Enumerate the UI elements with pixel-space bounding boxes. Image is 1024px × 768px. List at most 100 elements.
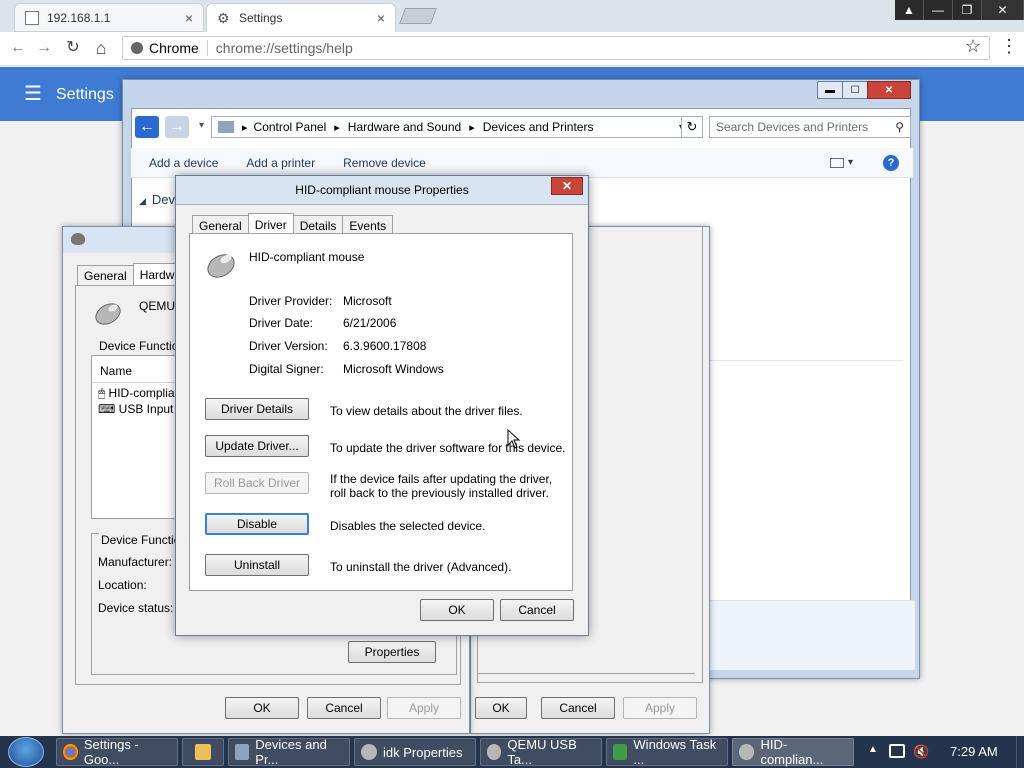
driver-panel: HID-compliant mouse Driver Provider: Mic…	[189, 233, 573, 591]
tab-title: 192.168.1.1	[47, 10, 111, 25]
tab-close-icon[interactable]: ×	[377, 10, 385, 26]
taskbar: Settings - Goo... Devices and Pr... idk …	[0, 736, 1024, 768]
device-name: HID-compliant mouse	[249, 250, 365, 264]
forward-icon[interactable]: →	[165, 116, 189, 138]
forward-icon[interactable]: →	[34, 38, 54, 58]
apply-button[interactable]: Apply	[623, 697, 697, 719]
driver-details-button[interactable]: Driver Details	[205, 398, 309, 420]
bookmark-star-icon[interactable]: ☆	[965, 36, 981, 57]
add-printer-button[interactable]: Add a printer	[246, 156, 315, 170]
hamburger-icon[interactable]: ☰	[24, 81, 42, 106]
back-icon[interactable]: ←	[135, 116, 159, 138]
recent-pages-icon[interactable]: ▾	[199, 120, 204, 131]
reload-icon[interactable]: ↻	[63, 38, 83, 58]
device-status-label: Device status:	[98, 601, 174, 615]
taskbar-item-explorer[interactable]	[182, 738, 224, 766]
mouse-icon: 🖱	[98, 386, 106, 400]
hid-properties-dialog: HID-compliant mouse Properties ✕ General…	[175, 175, 589, 636]
tab-driver[interactable]: Driver	[247, 213, 294, 235]
task-manager-icon	[613, 744, 628, 760]
taskbar-item-idk[interactable]: idk Properties	[354, 738, 476, 766]
action-description: Disables the selected device.	[330, 519, 486, 533]
url-text: chrome://settings/help	[215, 40, 353, 56]
show-desktop-button[interactable]	[1016, 736, 1024, 768]
maximize-button[interactable]: ❐	[953, 0, 982, 20]
taskbar-item-hid[interactable]: HID-complian...	[732, 737, 854, 767]
mouse-cursor-icon	[507, 429, 521, 449]
breadcrumb[interactable]: ▸ Control Panel ▸ Hardware and Sound ▸ D…	[211, 116, 691, 138]
tab-general[interactable]: General	[192, 215, 249, 235]
cancel-button[interactable]: Cancel	[541, 697, 615, 719]
control-panel-icon	[218, 121, 234, 133]
search-icon: ⚲	[895, 120, 904, 134]
tab-events[interactable]: Events	[342, 215, 394, 235]
search-input[interactable]: Search Devices and Printers ⚲	[709, 116, 911, 138]
minimize-button[interactable]: ▬	[817, 81, 843, 99]
back-icon[interactable]: ←	[8, 38, 28, 58]
help-icon[interactable]: ?	[883, 154, 899, 171]
update-driver-button[interactable]: Update Driver...	[205, 435, 309, 457]
info-value: 6.3.9600.17808	[343, 339, 427, 353]
taskbar-item-task-manager[interactable]: Windows Task ...	[606, 737, 728, 767]
folder-icon	[195, 744, 211, 760]
tab-general[interactable]: General	[77, 265, 134, 285]
menu-icon[interactable]: ⋮	[1000, 36, 1018, 57]
taskbar-item-chrome[interactable]: Settings - Goo...	[56, 737, 178, 767]
taskbar-item-qemu[interactable]: QEMU USB Ta...	[480, 737, 602, 767]
breadcrumb-item[interactable]: Hardware and Sound	[348, 120, 461, 134]
maximize-button[interactable]: ☐	[842, 81, 868, 99]
close-button[interactable]: ✕	[867, 81, 911, 99]
taskbar-item-devices[interactable]: Devices and Pr...	[228, 737, 350, 767]
mouse-icon	[739, 744, 755, 760]
ok-button[interactable]: OK	[420, 599, 494, 621]
mouse-icon	[71, 233, 85, 245]
collapse-icon[interactable]: ◢	[139, 196, 146, 206]
devices-icon	[235, 744, 250, 760]
home-icon[interactable]: ⌂	[91, 38, 111, 58]
breadcrumb-item[interactable]: Control Panel	[254, 120, 327, 134]
view-icon[interactable]	[829, 157, 844, 168]
list-item[interactable]: 🖱 HID-complian	[98, 386, 181, 401]
apply-button[interactable]: Apply	[387, 697, 461, 719]
tab-settings[interactable]: ⚙ Settings ×	[206, 3, 396, 32]
uninstall-button[interactable]: Uninstall	[205, 554, 309, 576]
show-hidden-icons-icon[interactable]: ▲	[868, 744, 878, 755]
chrome-icon	[131, 42, 143, 54]
breadcrumb-item[interactable]: Devices and Printers	[483, 120, 594, 134]
clock[interactable]: 7:29 AM	[950, 744, 998, 759]
new-tab-button[interactable]	[399, 8, 437, 24]
close-button[interactable]: ✕	[551, 177, 583, 195]
mouse-icon	[487, 744, 502, 760]
properties-button[interactable]: Properties	[348, 641, 436, 663]
device-list[interactable]: Name 🖱 HID-complian ⌨ USB Input De	[91, 355, 192, 519]
ok-button[interactable]: OK	[225, 697, 299, 719]
volume-muted-icon[interactable]: 🔇	[913, 744, 929, 759]
tab-details[interactable]: Details	[292, 215, 344, 235]
minimize-button[interactable]: —	[924, 0, 953, 20]
tab-router[interactable]: 192.168.1.1 ×	[14, 3, 204, 32]
profile-icon[interactable]: ▲	[895, 0, 924, 20]
window-controls: ▲ — ❐ ✕	[895, 0, 1024, 22]
add-device-button[interactable]: Add a device	[149, 156, 218, 170]
mouse-icon	[361, 744, 377, 760]
manufacturer-label: Manufacturer:	[98, 555, 173, 569]
cancel-button[interactable]: Cancel	[307, 697, 381, 719]
network-icon[interactable]	[889, 744, 905, 758]
command-bar: Add a device Add a printer Remove device…	[131, 148, 913, 178]
chevron-down-icon[interactable]: ▾	[848, 157, 853, 168]
close-button[interactable]: ✕	[982, 0, 1024, 20]
tab-close-icon[interactable]: ×	[185, 10, 193, 26]
chrome-icon	[63, 744, 78, 760]
roll-back-driver-button[interactable]: Roll Back Driver	[205, 472, 309, 494]
disable-button[interactable]: Disable	[205, 513, 309, 535]
section-header[interactable]: ◢ Dev	[139, 192, 175, 207]
address-bar[interactable]: Chrome chrome://settings/help	[122, 36, 990, 60]
start-button[interactable]	[8, 737, 44, 767]
cancel-button[interactable]: Cancel	[500, 599, 574, 621]
remove-device-button[interactable]: Remove device	[343, 156, 426, 170]
ok-button[interactable]: OK	[475, 697, 527, 719]
column-header[interactable]: Name	[100, 364, 132, 378]
refresh-icon[interactable]: ↻	[681, 116, 703, 138]
action-description: To view details about the driver files.	[330, 404, 523, 418]
site-label: Chrome	[149, 40, 199, 56]
